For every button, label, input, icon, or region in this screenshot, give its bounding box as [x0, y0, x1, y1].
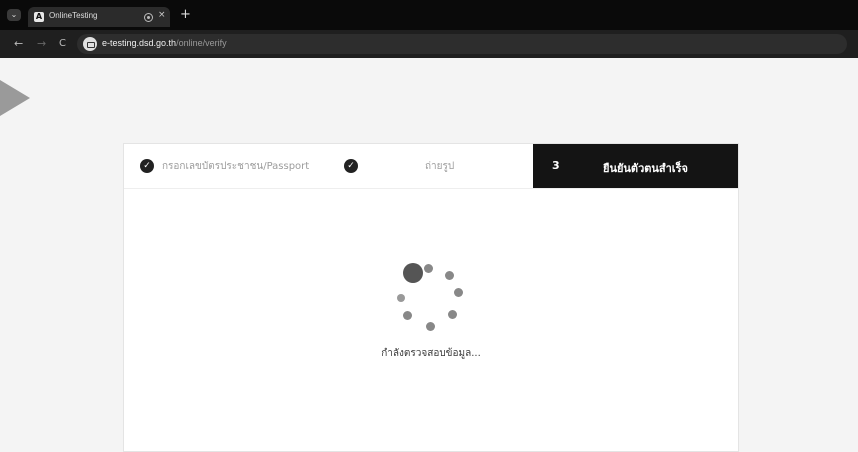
browser-toolbar: ← → C e-testing.dsd.go.th/online/verify — [0, 30, 858, 58]
verification-card: ✓ กรอกเลขบัตรประชาชน/Passport ✓ ถ่ายรูป … — [123, 143, 739, 452]
spinner-dot — [425, 321, 435, 331]
loading-message: กำลังตรวจสอบข้อมูล... — [381, 348, 481, 359]
back-icon[interactable]: ← — [14, 37, 23, 50]
step-3-label: ยืนยันตัวตนสำเร็จ — [603, 162, 688, 175]
spinner-dot — [424, 263, 434, 273]
chevron-down-icon[interactable]: ⌄ — [7, 9, 21, 21]
step-2-label: ถ่ายรูป — [425, 161, 455, 172]
site-favicon-icon: A — [34, 12, 44, 22]
spinner-dot — [454, 288, 464, 298]
url-path: /online/verify — [176, 38, 227, 48]
check-circle-icon: ✓ — [344, 159, 358, 173]
reload-icon[interactable]: C — [59, 38, 66, 49]
tab-title: OnlineTesting — [49, 11, 98, 20]
spinner-dot — [444, 270, 454, 280]
check-circle-icon: ✓ — [140, 159, 154, 173]
address-bar[interactable]: e-testing.dsd.go.th/online/verify — [77, 34, 847, 54]
step-1-label: กรอกเลขบัตรประชาชน/Passport — [162, 161, 310, 172]
spinner-dot — [448, 310, 458, 320]
forward-icon[interactable]: → — [37, 37, 46, 50]
spinner-dot — [397, 294, 406, 302]
loading-spinner — [390, 257, 470, 337]
browser-tab[interactable]: A OnlineTesting × — [28, 7, 170, 27]
decorative-triangle — [0, 62, 30, 134]
progress-steps: ✓ กรอกเลขบัตรประชาชน/Passport ✓ ถ่ายรูป … — [124, 144, 738, 189]
url-text: e-testing.dsd.go.th/online/verify — [102, 38, 227, 48]
step-3-active: 3 ยืนยันตัวตนสำเร็จ — [533, 144, 738, 188]
close-tab-icon[interactable]: × — [158, 10, 166, 20]
url-domain: e-testing.dsd.go.th — [102, 38, 177, 48]
recording-indicator-icon — [144, 13, 153, 22]
spinner-dot — [403, 263, 424, 284]
spinner-dot — [403, 311, 413, 321]
site-info-icon[interactable] — [83, 37, 97, 51]
step-3-number: 3 — [552, 159, 560, 172]
browser-tab-bar: ⌄ A OnlineTesting × + — [0, 0, 858, 30]
new-tab-button[interactable]: + — [180, 7, 191, 22]
